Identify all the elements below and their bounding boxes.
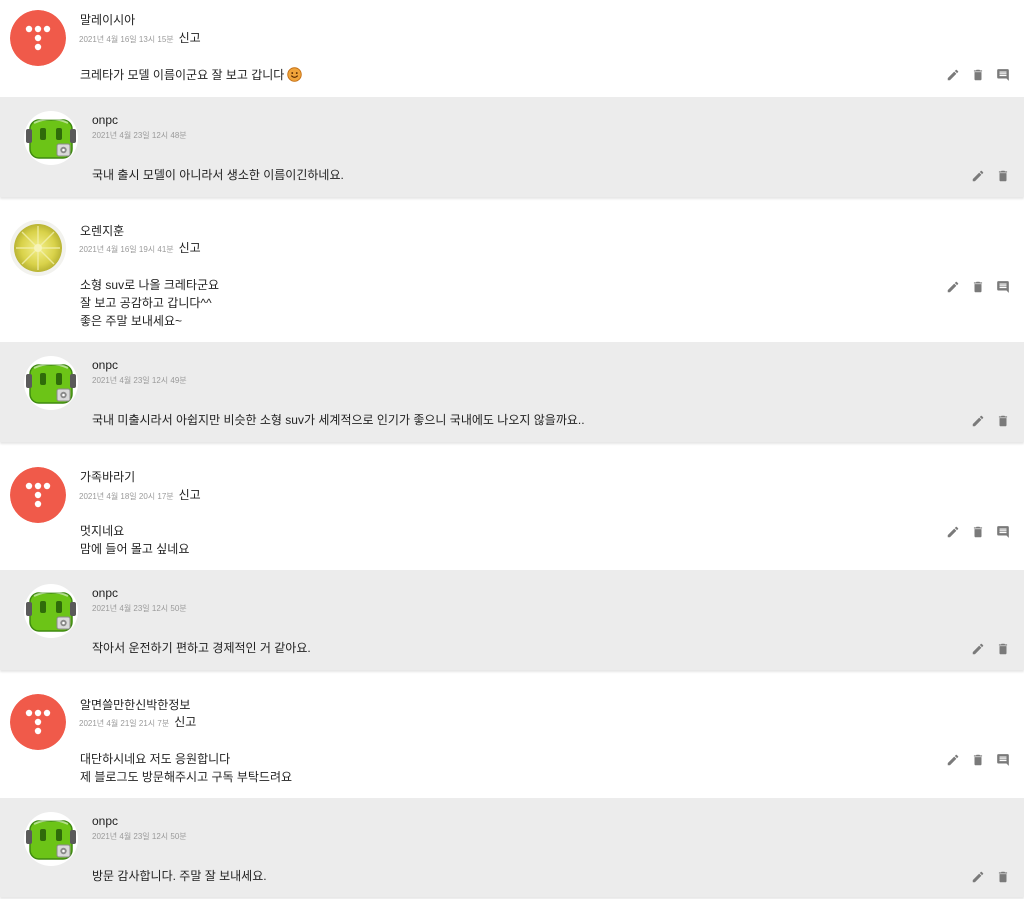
- comment-author[interactable]: 말레이시아: [80, 11, 135, 28]
- reply-item: onpc 2021년 4월 23일 12시 50분 방문 감사합니다. 주말 잘…: [0, 798, 1024, 897]
- comment-actions: [935, 525, 1010, 539]
- reply-item: onpc 2021년 4월 23일 12시 48분 국내 출시 모델이 아니라서…: [0, 97, 1024, 197]
- comment-actions: [935, 280, 1010, 294]
- comment-date: 2021년 4월 21일 21시 7분: [79, 719, 170, 728]
- t-logo-avatar[interactable]: [10, 467, 66, 523]
- reply-date: 2021년 4월 23일 12시 50분: [92, 604, 187, 613]
- trash-icon[interactable]: [996, 870, 1010, 884]
- comment-icon[interactable]: [996, 68, 1010, 82]
- green-robot-avatar[interactable]: [24, 584, 78, 638]
- pencil-icon[interactable]: [971, 642, 985, 656]
- reply-author[interactable]: onpc: [92, 358, 118, 372]
- reply-line: 국내 출시 모델이 아니라서 생소한 이름이긴하네요.: [92, 168, 344, 182]
- green-robot-avatar[interactable]: [24, 356, 78, 410]
- comment-meta: 2021년 4월 16일 13시 15분 신고: [79, 29, 201, 46]
- reply-body: 국내 미출시라서 아쉽지만 비슷한 소형 suv가 세계적으로 인기가 좋으니 …: [92, 411, 585, 429]
- comment-meta: 2021년 4월 18일 20시 17분 신고: [79, 486, 201, 503]
- t-logo-avatar[interactable]: [10, 694, 66, 750]
- pencil-icon[interactable]: [946, 753, 960, 767]
- reply-item: onpc 2021년 4월 23일 12시 49분 국내 미출시라서 아쉽지만 …: [0, 342, 1024, 442]
- comment-line: 좋은 주말 보내세요~: [80, 314, 182, 328]
- trash-icon[interactable]: [971, 280, 985, 294]
- report-link[interactable]: 신고: [179, 241, 201, 255]
- reply-item: onpc 2021년 4월 23일 12시 50분 작아서 운전하기 편하고 경…: [0, 570, 1024, 670]
- green-robot-avatar[interactable]: [24, 812, 78, 866]
- reply-date: 2021년 4월 23일 12시 49분: [92, 376, 187, 385]
- report-link[interactable]: 신고: [179, 488, 201, 502]
- comment-date: 2021년 4월 16일 19시 41분: [79, 245, 174, 254]
- trash-icon[interactable]: [996, 414, 1010, 428]
- comment-actions: [935, 68, 1010, 82]
- reply-body: 방문 감사합니다. 주말 잘 보내세요.: [92, 867, 267, 885]
- comment-item: 말레이시아 2021년 4월 16일 13시 15분 신고 크레타가 모델 이름이…: [0, 0, 1024, 97]
- reply-author[interactable]: onpc: [92, 113, 118, 127]
- comment-date: 2021년 4월 18일 20시 17분: [79, 492, 174, 501]
- trash-icon[interactable]: [996, 642, 1010, 656]
- comment-author[interactable]: 가족바라기: [80, 468, 135, 485]
- comment-item: 알면쓸만한신박한정보 2021년 4월 21일 21시 7분 신고 대단하시네요 …: [0, 682, 1024, 798]
- comment-icon[interactable]: [996, 280, 1010, 294]
- reply-actions: [960, 414, 1010, 428]
- reply-author[interactable]: onpc: [92, 586, 118, 600]
- comment-author[interactable]: 알면쓸만한신박한정보: [80, 696, 190, 713]
- reply-line: 방문 감사합니다. 주말 잘 보내세요.: [92, 869, 267, 883]
- comment-line: 대단하시네요 저도 응원합니다: [80, 752, 231, 766]
- reply-actions: [960, 169, 1010, 183]
- comment-line: 잘 보고 공감하고 갑니다^^: [80, 296, 212, 310]
- reply-author[interactable]: onpc: [92, 814, 118, 828]
- report-link[interactable]: 신고: [174, 715, 196, 729]
- reply-body: 국내 출시 모델이 아니라서 생소한 이름이긴하네요.: [92, 166, 344, 184]
- comment-body: 크레타가 모델 이름이군요 잘 보고 갑니다: [80, 66, 303, 84]
- smiley-emoji-icon: [287, 67, 303, 82]
- trash-icon[interactable]: [971, 68, 985, 82]
- comment-meta: 2021년 4월 21일 21시 7분 신고: [79, 713, 196, 730]
- comment-body: 대단하시네요 저도 응원합니다제 블로그도 방문해주시고 구독 부탁드려요: [80, 750, 292, 786]
- comment-list: 말레이시아 2021년 4월 16일 13시 15분 신고 크레타가 모델 이름이…: [0, 0, 1024, 899]
- comment-date: 2021년 4월 16일 13시 15분: [79, 35, 174, 44]
- pencil-icon[interactable]: [971, 414, 985, 428]
- comment-actions: [935, 753, 1010, 767]
- green-robot-avatar[interactable]: [24, 111, 78, 165]
- comment-line: 맘에 들어 몰고 싶네요: [80, 542, 190, 556]
- reply-date: 2021년 4월 23일 12시 48분: [92, 131, 187, 140]
- pencil-icon[interactable]: [946, 68, 960, 82]
- comment-item: 오렌지훈 2021년 4월 16일 19시 41분 신고 소형 suv로 나올 크…: [0, 208, 1024, 342]
- comment-icon[interactable]: [996, 525, 1010, 539]
- report-link[interactable]: 신고: [179, 31, 201, 45]
- pencil-icon[interactable]: [946, 280, 960, 294]
- pencil-icon[interactable]: [971, 169, 985, 183]
- t-logo-avatar[interactable]: [10, 10, 66, 66]
- pencil-icon[interactable]: [946, 525, 960, 539]
- reply-line: 작아서 운전하기 편하고 경제적인 거 같아요.: [92, 641, 311, 655]
- trash-icon[interactable]: [996, 169, 1010, 183]
- comment-meta: 2021년 4월 16일 19시 41분 신고: [79, 239, 201, 256]
- comment-line: 소형 suv로 나올 크레타군요: [80, 278, 220, 292]
- reply-actions: [960, 642, 1010, 656]
- trash-icon[interactable]: [971, 525, 985, 539]
- comment-author[interactable]: 오렌지훈: [80, 222, 124, 239]
- comment-line: 멋지네요: [80, 524, 125, 538]
- comment-item: 가족바라기 2021년 4월 18일 20시 17분 신고 멋지네요맘에 들어 몰…: [0, 454, 1024, 570]
- lemon-slice-avatar[interactable]: [10, 220, 66, 276]
- comment-body: 멋지네요맘에 들어 몰고 싶네요: [80, 522, 189, 558]
- reply-date: 2021년 4월 23일 12시 50분: [92, 832, 187, 841]
- reply-line: 국내 미출시라서 아쉽지만 비슷한 소형 suv가 세계적으로 인기가 좋으니 …: [92, 413, 585, 427]
- reply-body: 작아서 운전하기 편하고 경제적인 거 같아요.: [92, 639, 311, 657]
- comment-icon[interactable]: [996, 753, 1010, 767]
- comment-line: 제 블로그도 방문해주시고 구독 부탁드려요: [80, 770, 293, 784]
- comment-line: 크레타가 모델 이름이군요 잘 보고 갑니다: [80, 68, 285, 82]
- reply-actions: [960, 870, 1010, 884]
- trash-icon[interactable]: [971, 753, 985, 767]
- pencil-icon[interactable]: [971, 870, 985, 884]
- comment-body: 소형 suv로 나올 크레타군요잘 보고 공감하고 갑니다^^ 좋은 주말 보내세…: [80, 276, 219, 330]
